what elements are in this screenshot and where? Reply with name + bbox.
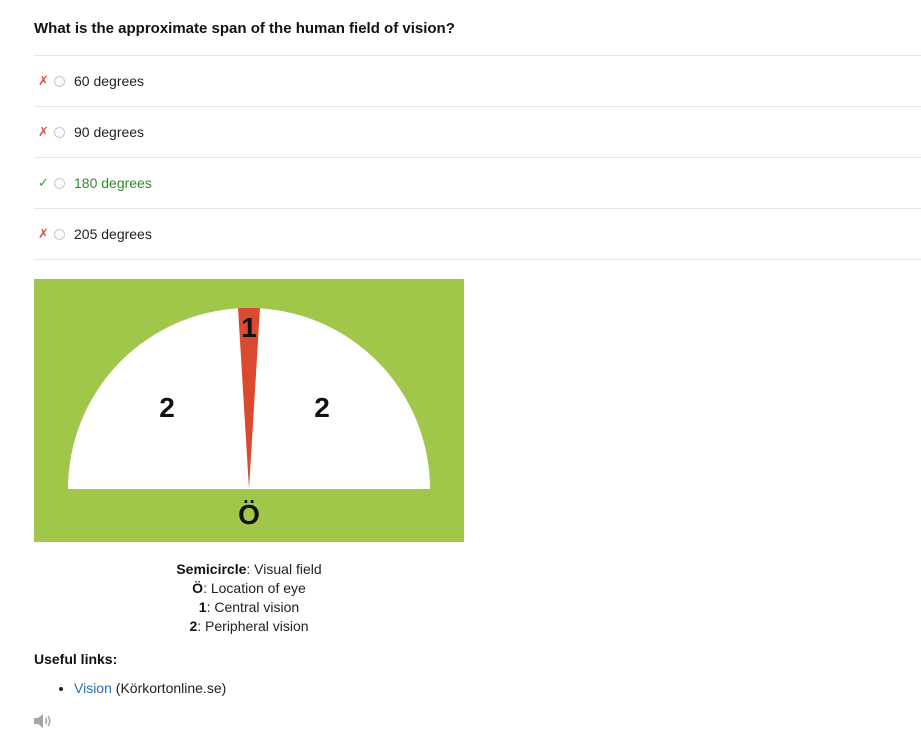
answer-radio[interactable]	[54, 126, 65, 138]
answer-option[interactable]: ✗ 60 degrees	[34, 56, 921, 107]
answer-label[interactable]: 205 degrees	[74, 226, 152, 242]
answer-radio[interactable]	[54, 75, 65, 87]
figure-caption: Semicircle: Visual field Ö: Location of …	[34, 560, 464, 636]
wrong-mark-icon: ✗	[38, 226, 49, 241]
question-text: What is the approximate span of the huma…	[34, 20, 455, 37]
peripheral-vision-label-right: 2	[314, 392, 330, 423]
list-item: Vision (Körkortonline.se)	[74, 680, 226, 696]
useful-links-list: Vision (Körkortonline.se)	[56, 680, 226, 696]
answer-radio[interactable]	[54, 177, 65, 189]
answer-option[interactable]: ✓ 180 degrees	[34, 158, 921, 209]
caption-line: 1: Central vision	[198, 599, 300, 615]
visual-field-figure: 1 2 2 Ö	[34, 279, 464, 542]
wrong-mark-icon: ✗	[38, 124, 49, 139]
useful-links-heading: Useful links:	[34, 651, 118, 667]
answer-option[interactable]: ✗ 205 degrees	[34, 209, 921, 260]
answer-radio[interactable]	[54, 228, 65, 240]
link-source: (Körkortonline.se)	[111, 680, 227, 696]
caption-line: Ö: Location of eye	[192, 580, 306, 596]
peripheral-vision-label-left: 2	[159, 392, 175, 423]
speaker-icon[interactable]	[33, 712, 53, 730]
vision-link[interactable]: Vision	[74, 680, 112, 696]
correct-mark-icon: ✓	[38, 175, 49, 190]
answer-list: ✗ 60 degrees ✗ 90 degrees ✓ 180 degrees …	[34, 55, 921, 260]
answer-option[interactable]: ✗ 90 degrees	[34, 107, 921, 158]
answer-label[interactable]: 90 degrees	[74, 124, 144, 140]
wrong-mark-icon: ✗	[38, 73, 49, 88]
caption-line: Semicircle: Visual field	[176, 561, 322, 577]
answer-label[interactable]: 180 degrees	[74, 175, 152, 191]
caption-line: 2: Peripheral vision	[189, 618, 309, 634]
answer-label[interactable]: 60 degrees	[74, 73, 144, 89]
central-vision-label: 1	[241, 312, 257, 343]
quiz-page: What is the approximate span of the huma…	[0, 0, 921, 750]
eye-location-label: Ö	[238, 499, 260, 530]
